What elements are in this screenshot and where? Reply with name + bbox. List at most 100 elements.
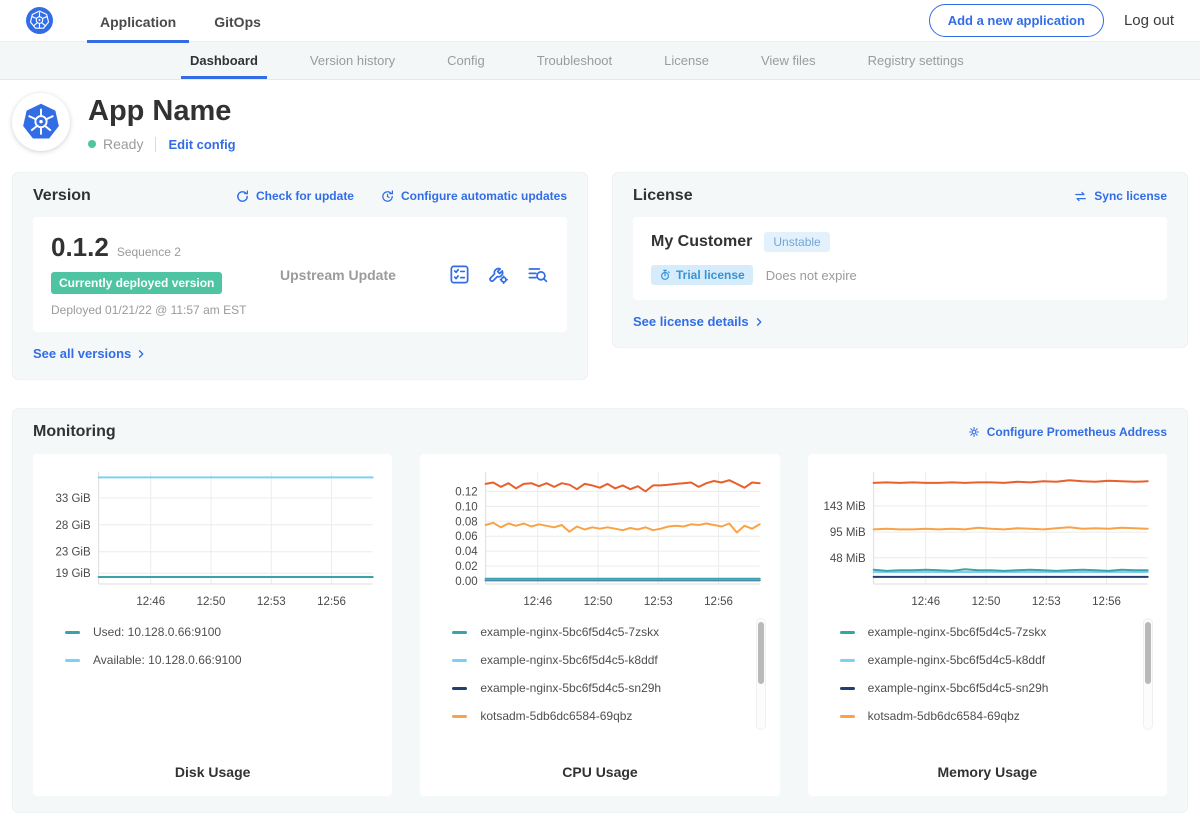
chart-title: CPU Usage (428, 754, 771, 786)
memory-usage-plot: 12:4612:5012:5312:56143 MiB95 MiB48 MiB (816, 464, 1159, 614)
svg-text:12:50: 12:50 (971, 596, 1000, 608)
legend-item[interactable]: example-nginx-5bc6f5d4c5-k8ddf (452, 646, 743, 674)
chart-title: Memory Usage (816, 754, 1159, 786)
legend-swatch (452, 687, 467, 690)
page-title: App Name (88, 95, 236, 128)
see-all-versions-label: See all versions (33, 346, 131, 361)
wrench-gear-icon[interactable] (487, 263, 510, 286)
legend-item[interactable]: Available: 10.128.0.66:9100 (65, 646, 356, 674)
legend-swatch (452, 659, 467, 662)
app-icon (12, 93, 70, 151)
subnav-tab-troubleshoot[interactable]: Troubleshoot (537, 42, 612, 79)
subnav-tab-license[interactable]: License (664, 42, 709, 79)
chevron-right-icon (753, 316, 765, 328)
legend-label: Used: 10.128.0.66:9100 (93, 625, 221, 639)
license-card-title: License (633, 187, 1047, 205)
channel-badge: Unstable (764, 232, 829, 252)
see-license-details-link[interactable]: See license details (633, 314, 765, 329)
subnav-tab-config[interactable]: Config (447, 42, 485, 79)
svg-text:0.02: 0.02 (456, 561, 478, 573)
chart-title: Disk Usage (41, 754, 384, 786)
logout-button[interactable]: Log out (1124, 12, 1174, 29)
disk-usage-plot: 12:4612:5012:5312:5633 GiB28 GiB23 GiB19… (41, 464, 384, 614)
svg-text:0.12: 0.12 (456, 486, 478, 498)
configure-prometheus-link[interactable]: Configure Prometheus Address (967, 425, 1167, 439)
legend-item[interactable]: kotsadm-5db6dc6584-69qbz (840, 702, 1131, 730)
sync-license-link[interactable]: Sync license (1073, 189, 1167, 204)
check-for-update-link[interactable]: Check for update (235, 189, 354, 204)
subnav-tab-registry-settings[interactable]: Registry settings (868, 42, 964, 79)
legend-swatch (452, 715, 467, 718)
svg-text:12:50: 12:50 (197, 596, 226, 608)
app-header: App Name Ready Edit config (0, 80, 1200, 168)
svg-text:12:53: 12:53 (644, 596, 673, 608)
chevron-right-icon (135, 348, 147, 360)
topnav-tab-application[interactable]: Application (87, 0, 189, 42)
legend-item[interactable]: example-nginx-5bc6f5d4c5-7zskx (840, 618, 1131, 646)
legend-swatch (840, 631, 855, 634)
cpu-usage-legend: example-nginx-5bc6f5d4c5-7zskxexample-ng… (428, 614, 771, 730)
cpu-usage-plot: 12:4612:5012:5312:560.120.100.080.060.04… (428, 464, 771, 614)
legend-item[interactable]: example-nginx-5bc6f5d4c5-7zskx (452, 618, 743, 646)
scrollbar-thumb[interactable] (758, 622, 764, 684)
logs-search-icon[interactable] (526, 263, 549, 286)
svg-text:143 MiB: 143 MiB (823, 501, 866, 513)
version-number: 0.1.2 (51, 232, 109, 262)
subnav-tab-view-files[interactable]: View files (761, 42, 816, 79)
license-expiry: Does not expire (766, 268, 857, 283)
legend-swatch (65, 659, 80, 662)
see-license-details-label: See license details (633, 314, 749, 329)
svg-text:19 GiB: 19 GiB (55, 568, 90, 580)
edit-config-link[interactable]: Edit config (168, 137, 235, 152)
sync-arrows-icon (1073, 189, 1088, 204)
legend-label: Available: 10.128.0.66:9100 (93, 653, 242, 667)
svg-text:12:56: 12:56 (317, 596, 346, 608)
divider (155, 137, 156, 152)
legend-item[interactable]: example-nginx-5bc6f5d4c5-sn29h (840, 674, 1131, 702)
legend-item[interactable]: example-nginx-5bc6f5d4c5-k8ddf (840, 646, 1131, 674)
auto-update-clock-icon (380, 189, 395, 204)
sync-license-label: Sync license (1094, 189, 1167, 203)
svg-text:95 MiB: 95 MiB (830, 527, 866, 539)
monitoring-section: Monitoring Configure Prometheus Address … (12, 408, 1188, 813)
svg-text:12:56: 12:56 (705, 596, 734, 608)
trial-license-badge: Trial license (651, 265, 753, 285)
legend-label: example-nginx-5bc6f5d4c5-sn29h (868, 681, 1049, 695)
deployed-version-badge: Currently deployed version (51, 272, 222, 294)
scrollbar-thumb[interactable] (1145, 622, 1151, 684)
subnav-tab-version-history[interactable]: Version history (310, 42, 395, 79)
legend-item[interactable]: example-nginx-5bc6f5d4c5-sn29h (452, 674, 743, 702)
legend-item[interactable]: kotsadm-5db6dc6584-69qbz (452, 702, 743, 730)
subnav-tab-dashboard[interactable]: Dashboard (190, 42, 258, 79)
memory-usage-chart-card: 12:4612:5012:5312:56143 MiB95 MiB48 MiBe… (808, 454, 1167, 796)
legend-label: kotsadm-5db6dc6584-69qbz (480, 709, 632, 723)
cpu-usage-chart-card: 12:4612:5012:5312:560.120.100.080.060.04… (420, 454, 779, 796)
legend-scrollbar[interactable] (1143, 618, 1153, 730)
legend-label: kotsadm-5db6dc6584-69qbz (868, 709, 1020, 723)
legend-item[interactable]: Used: 10.128.0.66:9100 (65, 618, 356, 646)
ready-status-dot (88, 140, 96, 148)
refresh-icon (235, 189, 250, 204)
legend-swatch (65, 631, 80, 634)
deployed-timestamp: Deployed 01/21/22 @ 11:57 am EST (51, 303, 266, 317)
legend-label: example-nginx-5bc6f5d4c5-k8ddf (868, 653, 1045, 667)
svg-text:0.06: 0.06 (456, 531, 478, 543)
see-all-versions-link[interactable]: See all versions (33, 346, 147, 361)
license-card: License Sync license My Customer Unstabl… (612, 172, 1188, 348)
disk-usage-legend: Used: 10.128.0.66:9100 Available: 10.128.… (41, 614, 384, 674)
svg-text:0.00: 0.00 (456, 576, 478, 588)
configure-automatic-updates-label: Configure automatic updates (401, 189, 567, 203)
customer-name: My Customer (651, 233, 752, 251)
svg-text:0.04: 0.04 (456, 546, 479, 558)
legend-swatch (452, 631, 467, 634)
memory-usage-legend: example-nginx-5bc6f5d4c5-7zskx example-ng… (816, 614, 1159, 730)
checklist-icon[interactable] (448, 263, 471, 286)
configure-automatic-updates-link[interactable]: Configure automatic updates (380, 189, 567, 204)
svg-text:0.08: 0.08 (456, 516, 478, 528)
monitoring-title: Monitoring (33, 423, 941, 441)
kubernetes-logo-icon (26, 7, 53, 34)
legend-scrollbar[interactable] (756, 618, 766, 730)
configure-prometheus-label: Configure Prometheus Address (987, 425, 1167, 439)
topnav-tab-gitops[interactable]: GitOps (201, 0, 274, 42)
add-application-button[interactable]: Add a new application (929, 4, 1104, 37)
